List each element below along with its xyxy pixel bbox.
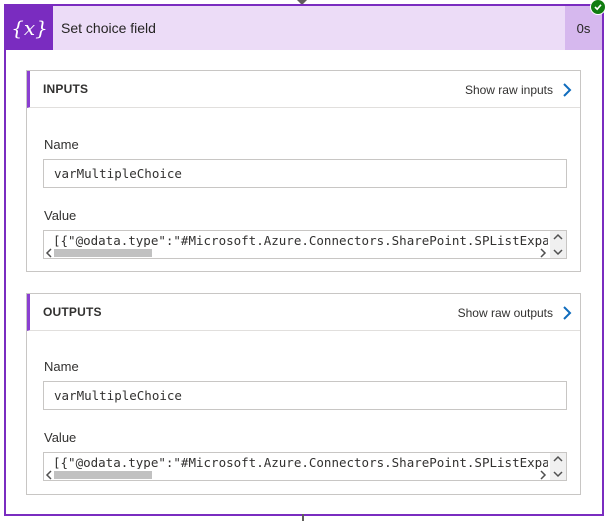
inputs-value-label: Value <box>44 208 77 223</box>
outputs-section: OUTPUTS Show raw outputs Name varMultipl… <box>26 293 581 495</box>
inputs-vertical-scrollbar[interactable] <box>550 231 566 258</box>
action-title: Set choice field <box>61 20 156 36</box>
inputs-horizontal-scrollbar[interactable] <box>44 247 550 258</box>
inputs-header: INPUTS Show raw inputs <box>27 71 580 108</box>
outputs-name-label: Name <box>44 359 79 374</box>
inputs-section: INPUTS Show raw inputs Name varMultipleC… <box>26 70 581 272</box>
inputs-name-label: Name <box>44 137 79 152</box>
scroll-right-icon[interactable] <box>539 470 547 480</box>
outputs-header: OUTPUTS Show raw outputs <box>27 294 580 331</box>
inputs-name-field[interactable]: varMultipleChoice <box>43 159 567 188</box>
scroll-down-icon[interactable] <box>553 470 563 478</box>
inputs-value-text: [{"@odata.type":"#Microsoft.Azure.Connec… <box>53 233 548 248</box>
outputs-name-field[interactable]: varMultipleChoice <box>43 381 567 410</box>
outputs-horizontal-scrollbar[interactable] <box>44 469 550 480</box>
scroll-down-icon[interactable] <box>553 248 563 256</box>
show-raw-inputs-label: Show raw inputs <box>464 82 553 97</box>
show-raw-outputs-link[interactable]: Show raw outputs <box>458 294 573 331</box>
variable-icon: {x} <box>6 6 53 50</box>
action-card-header[interactable]: {x} Set choice field 0s <box>6 6 602 50</box>
outputs-vertical-scrollbar[interactable] <box>550 453 566 480</box>
outputs-value-label: Value <box>44 430 77 445</box>
scroll-up-icon[interactable] <box>553 233 563 241</box>
outputs-scroll-thumb[interactable] <box>54 471 152 479</box>
chevron-right-icon <box>563 82 572 97</box>
show-raw-inputs-link[interactable]: Show raw inputs <box>465 71 573 108</box>
scroll-left-icon[interactable] <box>45 470 53 480</box>
inputs-value-field[interactable]: [{"@odata.type":"#Microsoft.Azure.Connec… <box>43 230 567 259</box>
show-raw-outputs-label: Show raw outputs <box>457 305 553 320</box>
connector-bottom-line <box>302 514 304 521</box>
scroll-left-icon[interactable] <box>45 248 53 258</box>
inputs-title: INPUTS <box>43 82 89 96</box>
checkmark-icon <box>594 4 602 11</box>
scroll-right-icon[interactable] <box>539 248 547 258</box>
action-card[interactable]: {x} Set choice field 0s INPUTS Show raw … <box>4 4 604 516</box>
outputs-title: OUTPUTS <box>43 305 102 319</box>
variable-icon-glyph: {x} <box>11 16 48 40</box>
inputs-scroll-thumb[interactable] <box>54 249 152 257</box>
outputs-value-field[interactable]: [{"@odata.type":"#Microsoft.Azure.Connec… <box>43 452 567 481</box>
outputs-value-text: [{"@odata.type":"#Microsoft.Azure.Connec… <box>53 455 548 470</box>
scroll-up-icon[interactable] <box>553 455 563 463</box>
chevron-right-icon <box>563 305 572 320</box>
